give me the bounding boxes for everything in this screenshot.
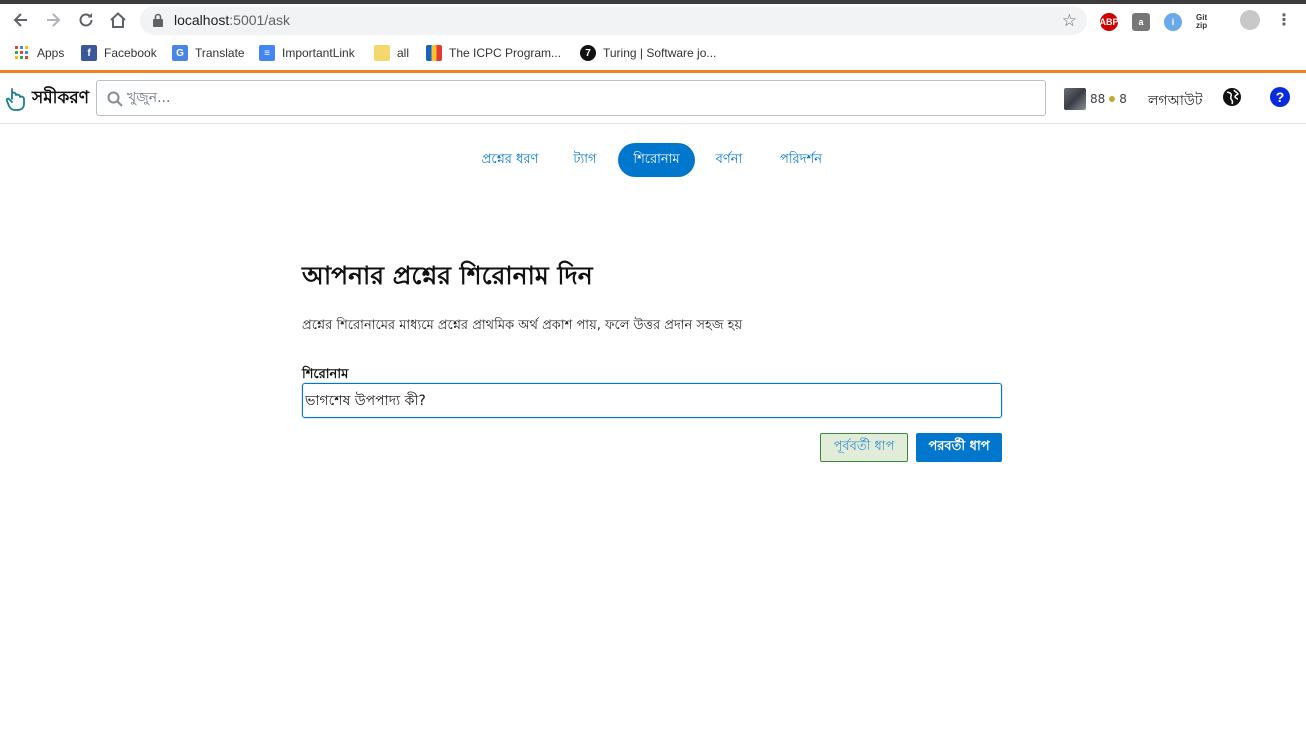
app-header: সমীকরণ 88 8 লগআউট ? [0, 70, 1306, 124]
document-icon: ≡ [259, 45, 275, 61]
bookmark-all[interactable]: all [374, 44, 409, 62]
facebook-icon: f [81, 45, 97, 61]
badge-count: 8 [1119, 92, 1127, 106]
hand-logo-icon [5, 88, 25, 111]
search-icon [107, 91, 123, 107]
info-extension-icon[interactable]: i [1164, 13, 1182, 31]
reload-icon[interactable] [74, 8, 98, 32]
title-input[interactable] [302, 383, 1002, 418]
bookmark-icpc[interactable]: The ICPC Program... [426, 44, 561, 62]
turing-icon: 7 [580, 45, 596, 61]
logo-text: সমীকরণ [32, 88, 90, 108]
translate-icon: G [172, 45, 188, 61]
badge-dot-icon [1109, 96, 1116, 102]
back-icon[interactable] [9, 8, 33, 32]
step-description[interactable]: বর্ণনা [708, 143, 750, 177]
avatar [1064, 88, 1086, 110]
bookmark-turing[interactable]: 7 Turing | Software jo... [580, 44, 716, 62]
icpc-icon [426, 45, 442, 61]
lock-icon [153, 13, 163, 27]
step-title[interactable]: শিরোনাম [618, 143, 695, 177]
browser-toolbar: localhost:5001/ask ☆ ABP a i Git zip ⋮ [0, 4, 1306, 36]
search-box[interactable] [96, 80, 1046, 116]
previous-step-button[interactable]: পূর্ববর্তী ধাপ [820, 433, 908, 462]
home-icon[interactable] [106, 8, 130, 32]
site-logo[interactable]: সমীকরণ [4, 85, 89, 113]
step-review[interactable]: পরিদর্শন [770, 143, 832, 177]
reputation-count: 88 [1090, 92, 1106, 106]
step-question-type[interactable]: প্রশ্নের ধরণ [474, 143, 546, 177]
extension-a-icon[interactable]: a [1132, 13, 1150, 31]
url-text: localhost:5001/ask [174, 12, 290, 28]
folder-icon [374, 45, 390, 61]
page-description: প্রশ্নের শিরোনামের মাধ্যমে প্রশ্নের প্রা… [302, 318, 743, 333]
bookmark-apps[interactable]: Apps [14, 44, 64, 62]
bookmark-star-icon[interactable]: ☆ [1062, 11, 1077, 31]
logout-link[interactable]: লগআউট [1148, 89, 1202, 113]
bookmark-translate[interactable]: G Translate [172, 44, 245, 62]
globe-icon[interactable] [1222, 87, 1242, 107]
bookmark-importantlink[interactable]: ≡ ImportantLink [259, 44, 355, 62]
bookmark-facebook[interactable]: f Facebook [81, 44, 157, 62]
bookmarks-bar: Apps f Facebook G Translate ≡ ImportantL… [0, 36, 1306, 70]
help-icon[interactable]: ? [1270, 87, 1290, 107]
user-profile-link[interactable]: 88 8 [1064, 88, 1127, 110]
address-bar[interactable]: localhost:5001/ask ☆ [140, 6, 1087, 35]
gitzip-icon[interactable]: Git zip [1196, 13, 1216, 31]
profile-icon[interactable] [1240, 10, 1260, 30]
adblock-icon[interactable]: ABP [1100, 13, 1119, 31]
ask-steps-nav: প্রশ্নের ধরণ ট্যাগ শিরোনাম বর্ণনা পরিদর্… [0, 143, 1306, 177]
forward-icon[interactable] [41, 8, 65, 32]
step-tags[interactable]: ট্যাগ [564, 143, 606, 177]
apps-grid-icon [14, 45, 30, 61]
page-title: আপনার প্রশ্নের শিরোনাম দিন [302, 261, 593, 290]
menu-dots-icon[interactable]: ⋮ [1276, 10, 1292, 29]
next-step-button[interactable]: পরবর্তী ধাপ [916, 433, 1002, 462]
search-input[interactable] [127, 86, 1027, 110]
